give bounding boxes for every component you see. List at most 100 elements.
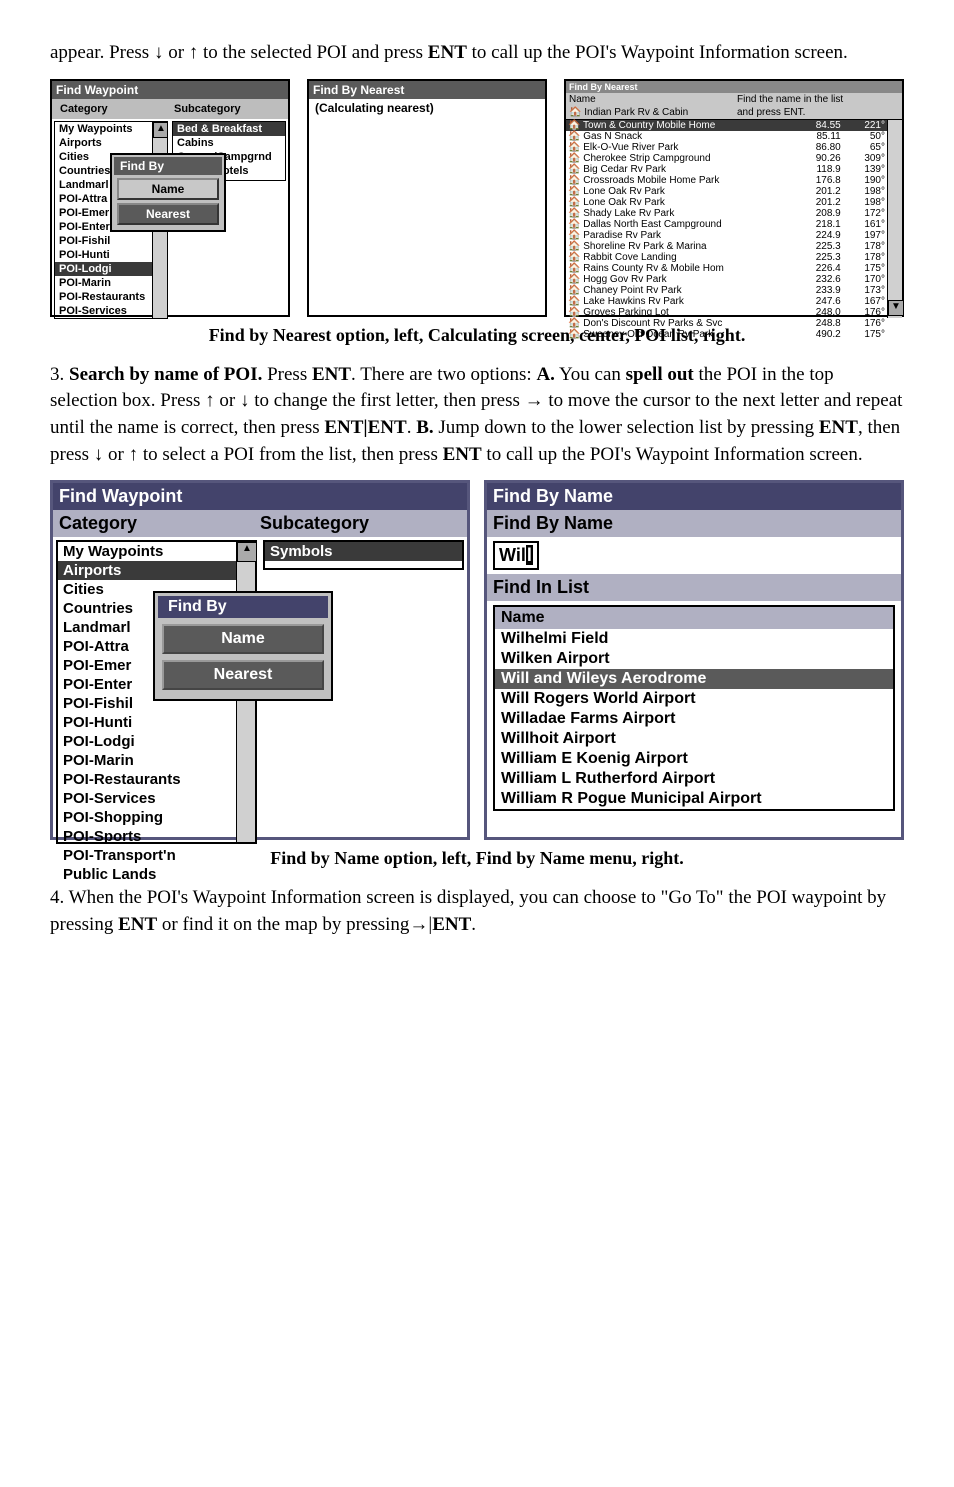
category-item[interactable]: POI-Marin <box>55 276 152 290</box>
category-item[interactable]: POI-Hunti <box>58 713 236 732</box>
scroll-up-icon[interactable]: ▲ <box>153 122 168 138</box>
result-item[interactable]: William E Koenig Airport <box>495 749 893 769</box>
name-input[interactable]: Will <box>493 541 539 570</box>
scroll-down-icon[interactable]: ▼ <box>888 300 904 316</box>
category-item[interactable]: POI-Lodgi <box>55 262 152 276</box>
category-item[interactable]: POI-Hunti <box>55 248 152 262</box>
poi-row[interactable]: 🏠 Rabbit Cove Landing225.3178° <box>566 252 887 263</box>
poi-row[interactable]: 🏠 Rains County Rv & Mobile Hom226.4175° <box>566 263 887 274</box>
poi-row[interactable]: 🏠 Dallas North East Campground218.1161° <box>566 219 887 230</box>
panel-title: Find Waypoint <box>53 483 467 510</box>
result-item[interactable]: William L Rutherford Airport <box>495 769 893 789</box>
poi-row[interactable]: 🏠 Big Cedar Rv Park118.9139° <box>566 164 887 175</box>
find-by-popup: Find By Name Nearest <box>110 153 226 232</box>
category-item[interactable]: POI-Services <box>55 304 152 318</box>
panel-title: Find Waypoint <box>52 81 288 99</box>
subcategory-item[interactable]: Bed & Breakfast <box>173 122 285 136</box>
scroll-up-icon[interactable]: ▲ <box>237 542 257 562</box>
category-item[interactable]: POI-Shopping <box>58 808 236 827</box>
poi-row[interactable]: 🏠 Shady Lake Rv Park208.9172° <box>566 208 887 219</box>
panel-title: Find By Nearest <box>566 81 902 93</box>
category-item[interactable]: POI-Restaurants <box>55 290 152 304</box>
text: spell out <box>626 364 694 385</box>
category-item[interactable]: My Waypoints <box>58 542 236 561</box>
key-ent: ENT <box>432 914 471 935</box>
category-item[interactable]: Public Lands <box>58 865 236 884</box>
subcategory-list[interactable]: Symbols <box>263 540 464 570</box>
results-list[interactable]: Name Wilhelmi FieldWilken AirportWill an… <box>493 605 895 811</box>
key-ent: ENT <box>443 444 482 465</box>
poi-row[interactable]: 🏠 Crossroads Mobile Home Park176.8190° <box>566 175 887 186</box>
category-item[interactable]: POI-Marin <box>58 751 236 770</box>
find-by-name-panel: Find By Name Find By Name Will Find In L… <box>484 480 904 840</box>
typed-text: Wil <box>499 545 526 565</box>
find-in-list-label: Find In List <box>487 574 901 601</box>
cursor: l <box>526 545 533 565</box>
subcategory-item[interactable]: Cabins <box>173 136 285 150</box>
result-item[interactable]: Wilken Airport <box>495 649 893 669</box>
text: . <box>471 914 476 935</box>
key-ent: ENT|ENT <box>324 417 406 438</box>
key-ent: ENT <box>312 364 351 385</box>
find-waypoint-panel-2: Find Waypoint Category Subcategory My Wa… <box>50 480 470 840</box>
find-waypoint-panel: Find Waypoint Category Subcategory My Wa… <box>50 79 290 317</box>
category-label: Category <box>56 101 170 117</box>
poi-row[interactable]: 🏠 Hogg Gov Rv Park232.6170° <box>566 274 887 285</box>
poi-row[interactable]: 🏠 Lone Oak Rv Park201.2198° <box>566 197 887 208</box>
poi-row[interactable]: 🏠 Shoreline Rv Park & Marina225.3178° <box>566 241 887 252</box>
category-label: Category <box>59 513 260 534</box>
step4-paragraph: 4. When the POI's Waypoint Information s… <box>50 885 904 938</box>
name-column-label: Name <box>566 93 734 106</box>
category-item[interactable]: Airports <box>58 561 236 580</box>
result-item[interactable]: Willhoit Airport <box>495 729 893 749</box>
category-item[interactable]: POI-Sports <box>58 827 236 846</box>
find-by-nearest-calc-panel: Find By Nearest (Calculating nearest) <box>307 79 547 317</box>
poi-row[interactable]: 🏠 Groves Parking Lot248.0176° <box>566 307 887 318</box>
panel-title: Find By Name <box>487 483 901 510</box>
scrollbar[interactable]: ▼ <box>887 120 902 318</box>
popup-title: Find By <box>114 157 222 175</box>
category-item[interactable]: POI-Restaurants <box>58 770 236 789</box>
category-item[interactable]: POI-Shopping <box>55 318 152 319</box>
text: appear. Press ↓ or ↑ to the selected POI… <box>50 42 428 63</box>
poi-row[interactable]: 🏠 Elk-O-Vue River Park86.8065° <box>566 142 887 153</box>
calculating-message: (Calculating nearest) <box>309 99 545 117</box>
result-item[interactable]: William R Pogue Municipal Airport <box>495 789 893 809</box>
category-item[interactable]: POI-Lodgi <box>58 732 236 751</box>
poi-row[interactable]: 🏠 Gas N Snack85.1150° <box>566 131 887 142</box>
poi-row[interactable]: 🏠 Lake Hawkins Rv Park247.6167° <box>566 296 887 307</box>
key-ent: ENT <box>819 417 858 438</box>
result-item[interactable]: Will and Wileys Aerodrome <box>495 669 893 689</box>
poi-row[interactable]: 🏠 Lone Oak Rv Park201.2198° <box>566 186 887 197</box>
text: B. <box>416 417 433 438</box>
name-button[interactable]: Name <box>117 178 219 200</box>
name-button[interactable]: Name <box>162 624 324 654</box>
hint-row-name: Indian Park Rv & Cabin <box>584 107 688 118</box>
category-item[interactable]: POI-Transport'n <box>58 846 236 865</box>
category-header: Category Subcategory <box>53 510 467 537</box>
key-ent: ENT <box>428 42 467 63</box>
result-item[interactable]: Willadae Farms Airport <box>495 709 893 729</box>
category-item[interactable]: Airports <box>55 136 152 150</box>
nearest-button[interactable]: Nearest <box>117 203 219 225</box>
find-by-nearest-results-panel: Find By Nearest Name Find the name in th… <box>564 79 904 317</box>
text: . <box>407 417 417 438</box>
poi-row[interactable]: 🏠 Cherokee Strip Campground90.26309° <box>566 153 887 164</box>
result-item[interactable]: Wilhelmi Field <box>495 629 893 649</box>
text: . There are two options: <box>351 364 536 385</box>
poi-row[interactable]: 🏠 Paradise Rv Park224.9197° <box>566 230 887 241</box>
poi-row[interactable]: 🏠 Chaney Point Rv Park233.9173° <box>566 285 887 296</box>
nearest-button[interactable]: Nearest <box>162 660 324 690</box>
subcategory-item[interactable]: Symbols <box>265 542 462 561</box>
poi-results-table[interactable]: 🏠 Town & Country Mobile Home84.55221°🏠 G… <box>566 120 887 340</box>
text: to call up the POI's Waypoint Informatio… <box>467 42 848 63</box>
result-item[interactable]: Will Rogers World Airport <box>495 689 893 709</box>
subcategory-label: Subcategory <box>260 513 461 534</box>
figure1-row: Find Waypoint Category Subcategory My Wa… <box>50 79 904 317</box>
poi-row[interactable]: 🏠 Town & Country Mobile Home84.55221° <box>566 120 887 131</box>
category-item[interactable]: POI-Fishil <box>55 234 152 248</box>
hint-text: Find the name in the list <box>734 93 902 106</box>
category-item[interactable]: POI-Services <box>58 789 236 808</box>
category-item[interactable]: My Waypoints <box>55 122 152 136</box>
popup-title: Find By <box>158 596 328 618</box>
